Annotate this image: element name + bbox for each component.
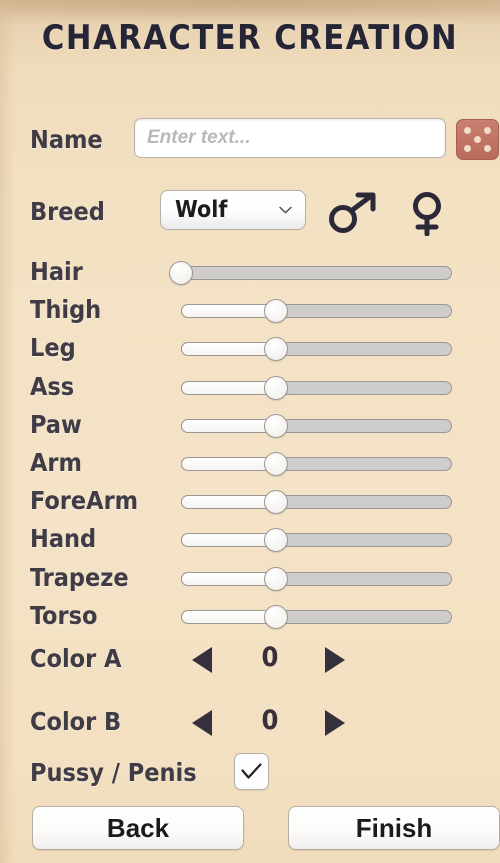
slider-track-ass[interactable] — [181, 375, 452, 400]
slider-track-fill — [181, 380, 276, 395]
triangle-right-icon[interactable] — [325, 710, 345, 736]
slider-track-leg[interactable] — [181, 337, 452, 362]
character-creation-screen: Character Creation Name Breed Wolf — [0, 0, 500, 863]
slider-label: Torso — [30, 600, 98, 630]
slider-track-arm[interactable] — [181, 452, 452, 476]
dice-pip — [484, 145, 491, 152]
slider-track-fill — [181, 304, 276, 319]
finish-button[interactable]: Finish — [288, 806, 500, 850]
slider-track-groove — [181, 266, 452, 280]
slider-label: Thigh — [30, 295, 102, 325]
slider-track-fill — [181, 342, 276, 357]
slider-track-fill — [181, 533, 276, 548]
slider-thumb[interactable] — [263, 604, 288, 629]
slider-thumb[interactable] — [263, 299, 288, 324]
slider-row-forearm: ForeArm — [0, 484, 500, 522]
slider-thumb[interactable] — [263, 490, 288, 515]
slider-track-thigh[interactable] — [181, 299, 452, 324]
page-title: Character Creation — [41, 18, 459, 58]
slider-label: Leg — [30, 333, 76, 363]
footer-actions: Back Finish — [0, 806, 500, 854]
slider-row-leg: Leg — [0, 331, 500, 369]
slider-track-fill — [181, 457, 276, 471]
slider-track-fill — [181, 418, 276, 433]
slider-label: Trapeze — [30, 562, 129, 592]
slider-row-torso: Torso — [0, 599, 500, 637]
name-row: Name — [0, 118, 500, 166]
name-label: Name — [30, 125, 103, 154]
color-row-b: Color B 0 — [0, 701, 500, 745]
back-button[interactable]: Back — [32, 806, 244, 850]
breed-label: Breed — [30, 197, 105, 226]
slider-track-fill — [181, 495, 276, 510]
slider-track-fill — [181, 609, 276, 624]
slider-thumb[interactable] — [263, 528, 288, 553]
slider-row-hand: Hand — [0, 522, 500, 560]
color-row-a: Color A 0 — [0, 638, 500, 682]
color-value: 0 — [261, 705, 279, 736]
slider-row-thigh: Thigh — [0, 293, 500, 331]
triangle-left-icon[interactable] — [192, 710, 212, 736]
randomize-dice-button[interactable] — [456, 119, 499, 160]
slider-label: Arm — [30, 448, 82, 477]
slider-row-paw: Paw — [0, 408, 500, 446]
slider-track-torso[interactable] — [181, 604, 452, 629]
dice-pip — [474, 136, 481, 143]
slider-row-arm: Arm — [0, 446, 500, 484]
slider-track-paw[interactable] — [181, 413, 452, 438]
genitals-row: Pussy / Penis — [0, 752, 500, 796]
color-label: Color B — [30, 707, 122, 736]
slider-thumb[interactable] — [263, 452, 288, 476]
dice-pip — [464, 127, 471, 134]
slider-track-trapeze[interactable] — [181, 566, 452, 591]
triangle-left-icon[interactable] — [192, 647, 212, 673]
slider-thumb[interactable] — [263, 337, 288, 362]
slider-row-trapeze: Trapeze — [0, 561, 500, 599]
breed-select[interactable]: Wolf — [160, 190, 306, 230]
slider-label: Hair — [30, 257, 83, 286]
color-label: Color A — [30, 644, 122, 673]
genitals-checkbox[interactable] — [234, 753, 269, 790]
color-value: 0 — [261, 642, 279, 673]
slider-track-forearm[interactable] — [181, 490, 452, 515]
slider-label: Hand — [30, 524, 97, 554]
genitals-label: Pussy / Penis — [30, 758, 197, 787]
slider-thumb[interactable] — [263, 566, 288, 591]
slider-thumb[interactable] — [169, 261, 193, 285]
slider-row-ass: Ass — [0, 370, 500, 408]
check-icon — [241, 763, 262, 779]
dice-pip — [464, 145, 471, 152]
slider-track-hand[interactable] — [181, 528, 452, 553]
slider-label: Paw — [30, 409, 82, 439]
slider-track-hair[interactable] — [169, 261, 452, 285]
dice-pip — [484, 127, 491, 134]
male-gender-icon[interactable] — [327, 192, 379, 234]
slider-row-hair: Hair — [0, 255, 500, 293]
slider-track-fill — [181, 571, 276, 586]
slider-thumb[interactable] — [263, 413, 288, 438]
slider-label: Ass — [30, 371, 75, 401]
female-gender-icon[interactable] — [406, 192, 448, 236]
name-input[interactable] — [134, 118, 446, 158]
slider-thumb[interactable] — [263, 375, 288, 400]
breed-row: Breed Wolf — [0, 190, 500, 238]
triangle-right-icon[interactable] — [325, 647, 345, 673]
slider-label: ForeArm — [30, 486, 139, 516]
